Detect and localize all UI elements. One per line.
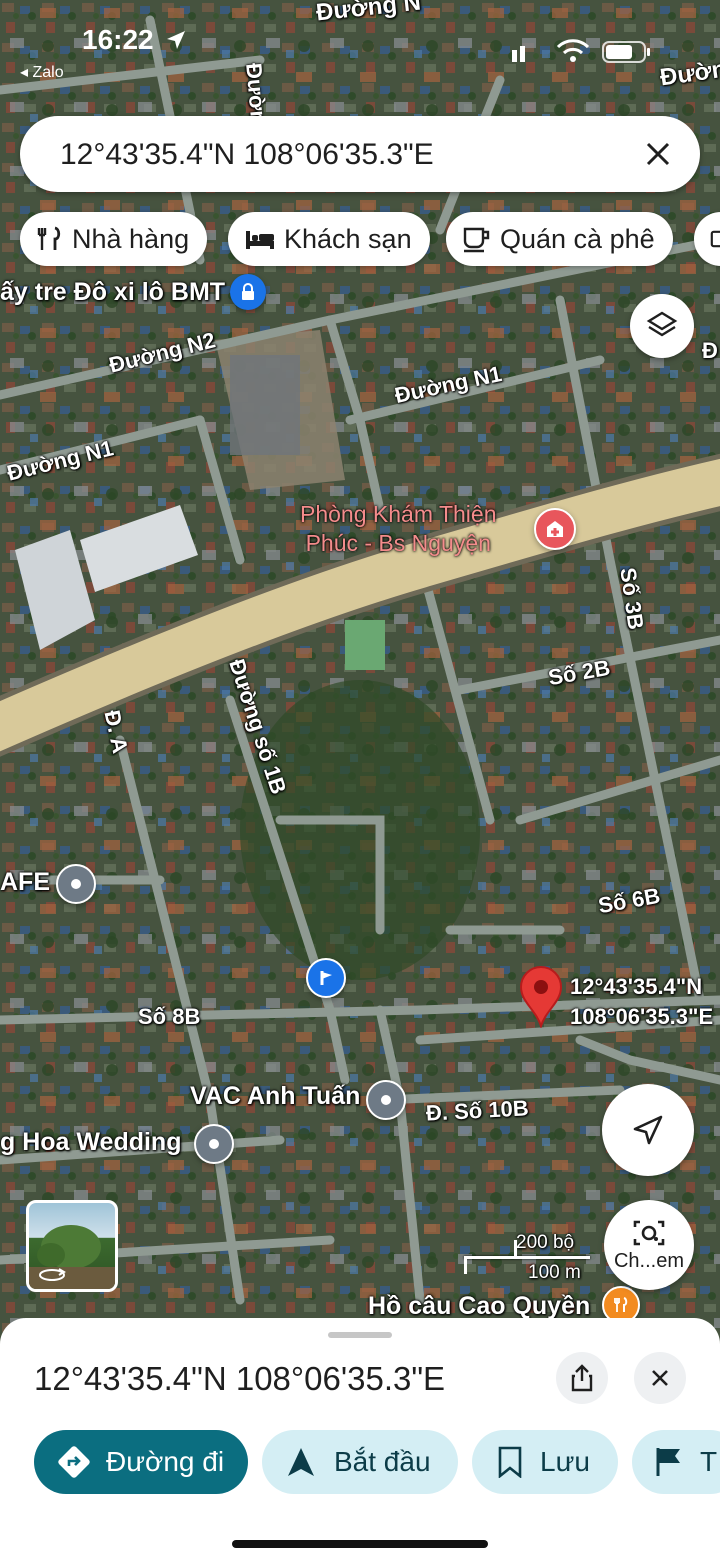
share-icon	[571, 1364, 593, 1392]
parking-pin-icon[interactable]	[306, 958, 346, 998]
dropped-pin-icon[interactable]	[518, 966, 564, 1028]
restaurant-icon	[37, 226, 61, 250]
status-time: 16:22	[82, 24, 154, 55]
close-icon[interactable]	[638, 134, 678, 174]
road-label: Đ. Số 10B	[425, 1095, 530, 1126]
scale-metric: 100 m	[528, 1262, 581, 1283]
pin-lng: 108°06'35.3"E	[570, 1004, 714, 1029]
bookmark-icon	[498, 1446, 522, 1478]
clinic-label-line2: Phúc - Bs Nguyện	[305, 530, 491, 556]
my-location-button[interactable]	[602, 1084, 694, 1176]
start-button[interactable]: Bắt đầu	[262, 1430, 458, 1494]
save-label: Lưu	[540, 1446, 590, 1477]
directions-icon	[58, 1446, 90, 1478]
scale-imperial: 200 bộ	[516, 1232, 575, 1253]
signal-icon	[512, 46, 525, 62]
place-label[interactable]: g Hoa Wedding	[0, 1128, 181, 1157]
place-label[interactable]: ấy tre Đô xi lô BMT	[0, 278, 225, 307]
place-sheet[interactable]: 12°43'35.4"N 108°06'35.3"E Đường đi Bắt …	[0, 1318, 720, 1564]
layers-icon	[646, 311, 678, 337]
scale-bar: 200 bộ 100 m	[462, 1232, 592, 1288]
back-to-app-link[interactable]: ◂ Zalo	[20, 62, 64, 82]
location-arrow-icon	[167, 31, 185, 49]
flag-icon	[656, 1448, 680, 1476]
sheet-handle[interactable]	[328, 1332, 392, 1338]
road-label: Số 8B	[138, 1004, 201, 1029]
place-label[interactable]: VAC Anh Tuấn	[190, 1082, 360, 1111]
place-title: 12°43'35.4"N 108°06'35.3"E	[34, 1360, 446, 1397]
street-view-thumbnail[interactable]	[26, 1200, 118, 1292]
place-pin-icon[interactable]	[366, 1080, 406, 1120]
pin-lat: 12°43'35.4"N	[570, 974, 703, 999]
battery-icon	[602, 41, 650, 63]
rotate-360-icon	[39, 1268, 66, 1281]
label-button[interactable]: T	[632, 1430, 720, 1494]
place-label[interactable]: Hồ câu Cao Quyền	[368, 1292, 590, 1321]
clinic-label[interactable]: Phòng Khám Thiện Phúc - Bs Nguyện	[300, 500, 497, 558]
place-pin-icon[interactable]	[194, 1124, 234, 1164]
lock-pin-icon[interactable]	[230, 274, 266, 310]
share-button[interactable]	[556, 1352, 608, 1404]
road-label: Đ	[702, 338, 718, 363]
chip-cafes[interactable]: Quán cà phê	[446, 212, 673, 266]
chip-label: Khách sạn	[284, 223, 412, 254]
search-bar[interactable]: 12°43'35.4"N 108°06'35.3"E	[20, 116, 700, 192]
place-label[interactable]: AFE	[0, 868, 50, 897]
pin-coordinate-label: 12°43'35.4"N 108°06'35.3"E	[570, 972, 713, 1032]
chip-label: Quán cà phê	[500, 223, 655, 254]
coffee-icon	[463, 227, 490, 253]
lens-button[interactable]: Ch...em	[604, 1200, 694, 1290]
search-input[interactable]: 12°43'35.4"N 108°06'35.3"E	[60, 138, 434, 172]
directions-label: Đường đi	[106, 1446, 225, 1477]
chip-hotels[interactable]: Khách sạn	[228, 212, 430, 266]
clinic-label-line1: Phòng Khám Thiện	[300, 501, 497, 527]
label-label: T	[700, 1446, 718, 1477]
layers-button[interactable]	[630, 294, 694, 358]
chip-label: Nhà hàng	[72, 223, 190, 254]
more-category-icon	[710, 230, 720, 248]
directions-button[interactable]: Đường đi	[34, 1430, 248, 1494]
close-sheet-button[interactable]	[634, 1352, 686, 1404]
start-label: Bắt đầu	[334, 1446, 431, 1477]
hotel-icon	[246, 231, 274, 249]
navigation-icon	[633, 1115, 663, 1145]
medical-pin-icon[interactable]	[534, 508, 576, 550]
lens-label: Ch...em	[613, 1249, 685, 1272]
camera-lens-icon	[633, 1220, 665, 1245]
navigation-arrow-icon	[288, 1448, 314, 1476]
home-indicator[interactable]	[232, 1540, 488, 1548]
close-icon	[652, 1370, 668, 1386]
save-button[interactable]: Lưu	[472, 1430, 618, 1494]
chip-restaurants[interactable]: Nhà hàng	[20, 212, 208, 266]
place-pin-icon[interactable]	[56, 864, 96, 904]
wifi-icon	[556, 39, 590, 62]
